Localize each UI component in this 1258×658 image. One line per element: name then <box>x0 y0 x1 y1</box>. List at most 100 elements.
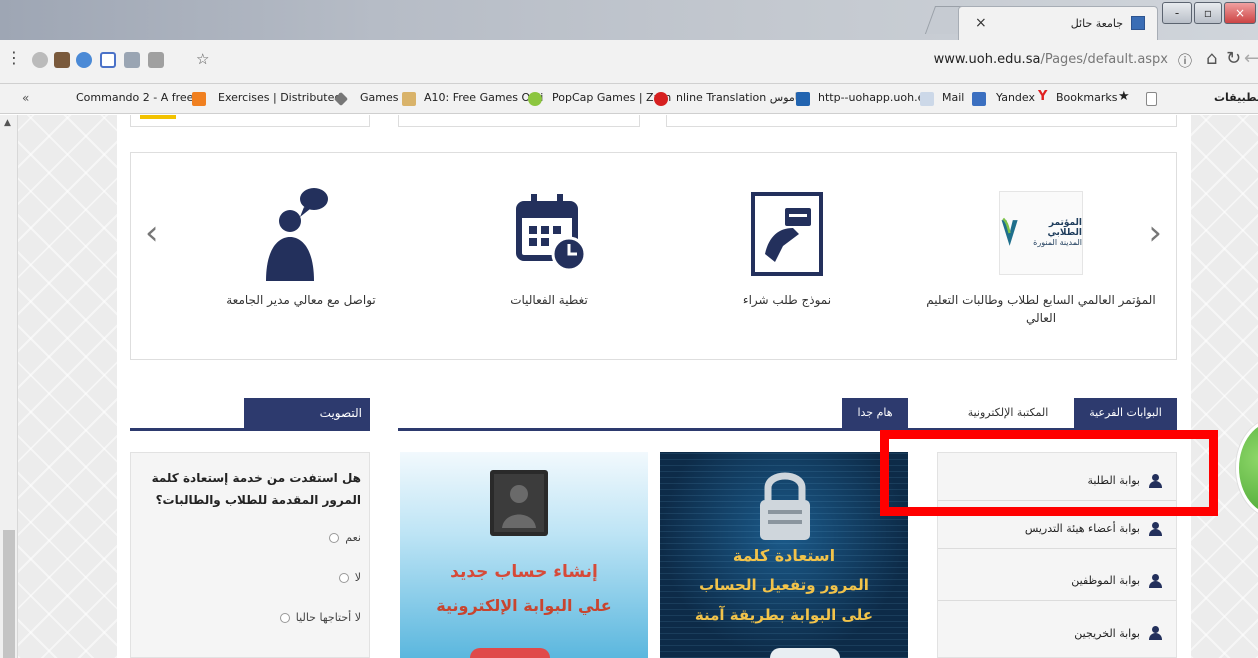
red-d-icon <box>654 92 668 106</box>
radio-button[interactable] <box>338 572 349 583</box>
conference-logo: المؤتمر الطلابي المدينة المنورة <box>921 183 1161 283</box>
carousel-label: تغطية الفعاليات <box>510 293 588 307</box>
reload-icon[interactable]: ↻ <box>1226 48 1241 69</box>
poll-question: هل استفدت من خدمة إستعادة كلمة المرور ال… <box>151 471 361 507</box>
user-icon <box>1148 573 1162 588</box>
carousel-item-purchase-form[interactable]: نموذج طلب شراء <box>677 183 897 309</box>
carousel-item-conference[interactable]: المؤتمر الطلابي المدينة المنورة المؤتمر ا… <box>921 183 1161 327</box>
card-payment-icon <box>677 183 897 283</box>
banner-recover-line1: استعادة كلمة <box>732 546 836 565</box>
poll-option-label: لا <box>354 571 361 584</box>
bookmark-uohapp[interactable]: http--uohapp.uoh.ed <box>818 91 931 104</box>
extension-puzzle-icon[interactable] <box>124 52 140 68</box>
calendar-icon <box>439 183 659 283</box>
banner-new-account-button[interactable] <box>470 648 550 658</box>
poll-panel: هل استفدت من خدمة إستعادة كلمة المرور ال… <box>130 452 370 658</box>
bookmark-bookmarks[interactable]: Bookmarks <box>1056 91 1117 104</box>
scroll-up-arrow-icon[interactable]: ▲ <box>4 118 11 128</box>
user-icon <box>1148 521 1162 536</box>
left-background-pattern <box>18 115 117 658</box>
banner-recover-password[interactable]: استعادة كلمة المرور وتفعيل الحساب على ال… <box>660 452 908 658</box>
bookmarks-bar: « Commando 2 - A free Exercises | Distri… <box>0 84 1258 114</box>
carousel-label: تواصل مع معالي مدير الجامعة <box>226 293 376 307</box>
radio-button[interactable] <box>329 532 340 543</box>
blue-t-icon <box>796 92 810 106</box>
poll-option-label: لا أحتاجها حاليا <box>295 611 361 624</box>
bookmark-translation[interactable]: nline Translation قاموس <box>676 91 803 104</box>
user-folder-icon <box>490 470 548 536</box>
browser-titlebar: × جامعة حائل - ▫ × <box>0 0 1258 40</box>
back-icon[interactable]: ← <box>1244 48 1258 69</box>
carousel-prev-arrow-icon[interactable]: ‹ <box>145 213 159 253</box>
bookmark-star-icon[interactable]: ☆ <box>196 50 209 68</box>
home-icon[interactable]: ⌂ <box>1206 48 1217 69</box>
bookmark-apps[interactable]: تطبيقات <box>1214 91 1258 104</box>
user-icon <box>1148 626 1162 640</box>
close-window-button[interactable]: × <box>1224 2 1256 24</box>
tab-title: جامعة حائل <box>1070 17 1123 30</box>
extension-grey-icon[interactable] <box>148 52 164 68</box>
bookmark-commando[interactable]: Commando 2 - A free <box>76 91 193 104</box>
right-background-pattern <box>1191 115 1258 658</box>
extension-bulb-icon[interactable] <box>76 52 92 68</box>
play-icon <box>192 92 206 106</box>
menu-icon[interactable]: ⋮ <box>6 48 22 67</box>
browser-toolbar: ⋮ ☆ www.uoh.edu.sa/Pages/default.aspx ⓘ … <box>0 40 1258 84</box>
extension-square-icon[interactable] <box>100 52 116 68</box>
portal-label: بوابة أعضاء هيئة التدريس <box>1024 522 1140 535</box>
banner-new-account[interactable]: إنشاء حساب جديد علي البوابة الإلكترونية <box>400 452 648 658</box>
popcap-icon <box>528 92 542 106</box>
poll-option-label: نعم <box>345 531 361 544</box>
tab-sub-portals[interactable]: البوابات الفرعية <box>1074 398 1177 428</box>
url-path: /Pages/default.aspx <box>1040 52 1168 67</box>
browser-tab[interactable]: × جامعة حائل <box>958 6 1158 40</box>
tab-e-library[interactable]: المكتبة الإلكترونية <box>948 398 1068 428</box>
page-icon <box>1146 92 1157 106</box>
banner-recover-line2: المرور وتفعيل الحساب <box>699 576 869 594</box>
chart-icon <box>920 92 934 106</box>
banner-new-account-line2: علي البوابة الإلكترونية <box>436 596 612 615</box>
banner-recover-button[interactable] <box>770 648 840 658</box>
bookmarks-overflow-chevron-icon[interactable]: « <box>22 91 29 105</box>
poll-underline <box>130 428 370 431</box>
poll-option-no[interactable]: لا <box>338 571 361 584</box>
bookmark-mail[interactable]: Mail <box>942 91 964 104</box>
url-host: www.uoh.edu.sa <box>933 52 1041 67</box>
info-icon[interactable]: ⓘ <box>1178 51 1192 71</box>
poll-option-yes[interactable]: نعم <box>329 531 361 544</box>
extension-circle-icon[interactable] <box>32 52 48 68</box>
yandex-icon: Y <box>1038 89 1048 104</box>
carousel-label: المؤتمر العالمي السابع لطلاب وطالبات الت… <box>926 293 1156 325</box>
top-card-middle <box>398 115 640 127</box>
poll-option-not-needed[interactable]: لا أحتاجها حاليا <box>279 611 361 624</box>
character-icon <box>402 92 416 106</box>
tab-favicon-icon <box>1131 16 1145 30</box>
portal-label: بوابة الموظفين <box>1071 574 1140 587</box>
bookmark-games[interactable]: Games <box>360 91 398 104</box>
bookmark-a10[interactable]: A10: Free Games Onli <box>424 91 543 104</box>
padlock-icon <box>760 472 810 540</box>
logo-title: المؤتمر الطلابي <box>1047 218 1082 238</box>
portal-label: بوابة الخريجين <box>1074 626 1140 640</box>
poll-header: التصويت <box>244 398 370 428</box>
top-card-accent <box>140 115 176 119</box>
scroll-thumb[interactable] <box>3 530 15 658</box>
maximize-button[interactable]: ▫ <box>1194 2 1222 24</box>
radio-button[interactable] <box>279 612 290 623</box>
carousel-item-events[interactable]: تغطية الفعاليات <box>439 183 659 309</box>
quick-links-carousel: ‹ › تواصل مع معالي مدير الجامعة تغطية ال… <box>130 152 1177 360</box>
address-bar[interactable]: www.uoh.edu.sa/Pages/default.aspx <box>934 52 1168 67</box>
top-card-right <box>666 115 1177 127</box>
highlight-annotation-box <box>880 430 1218 516</box>
extension-animal-icon[interactable] <box>54 52 70 68</box>
bookmark-yandex[interactable]: Yandex <box>996 91 1035 104</box>
logo-subtitle: المدينة المنورة <box>1033 238 1082 247</box>
portal-employees[interactable]: بوابة الموظفين <box>938 561 1176 601</box>
minimize-button[interactable]: - <box>1162 2 1192 24</box>
carousel-item-contact-rector[interactable]: تواصل مع معالي مدير الجامعة <box>191 183 411 309</box>
tab-important[interactable]: هام جدا <box>842 398 908 428</box>
mail-icon <box>972 92 986 106</box>
bookmark-exercises[interactable]: Exercises | Distributed <box>218 91 341 104</box>
tab-close-icon[interactable]: × <box>975 15 987 31</box>
portal-alumni[interactable]: بوابة الخريجين <box>938 613 1176 653</box>
